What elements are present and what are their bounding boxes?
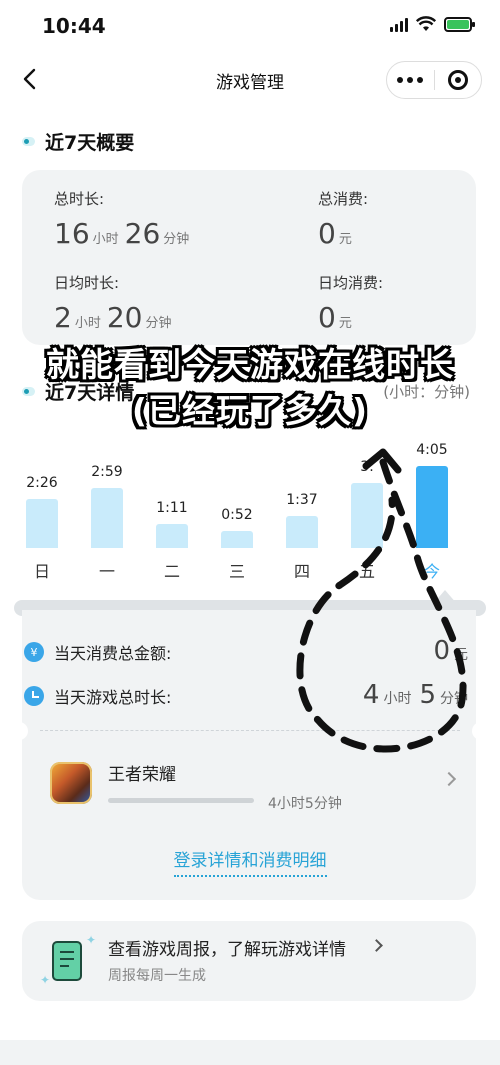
day-label: 一 <box>98 562 115 581</box>
status-bar: 10:44 <box>0 0 500 54</box>
close-mini-program-icon[interactable] <box>434 61 481 99</box>
report-subtitle: 周报每周一生成 <box>108 968 206 984</box>
game-duration-bar <box>108 798 254 803</box>
overview-card: 总时长: 16 小时 26 分钟 总消费: 0 元 日均时长: 2 小时 20 … <box>22 170 476 345</box>
overview-header: 近7天概要 <box>22 128 134 155</box>
bottom-area <box>0 1040 500 1065</box>
chart-bar <box>91 488 123 548</box>
bar-value-label: 1:11 <box>156 500 188 516</box>
nav-bar: 游戏管理 <box>0 56 500 104</box>
signal-icon <box>390 16 408 32</box>
day-label: 二 <box>163 562 180 581</box>
mini-program-capsule <box>386 61 482 99</box>
login-and-spending-details-link[interactable]: 登录详情和消费明细 <box>173 851 327 877</box>
report-title: 查看游戏周报，了解玩游戏详情 <box>108 940 346 960</box>
game-name[interactable]: 王者荣耀 <box>108 760 176 785</box>
today-duration-value: 4 小时 5 分钟 <box>362 680 468 710</box>
chart-column[interactable]: 4:05 今 <box>412 430 452 581</box>
battery-icon <box>444 16 475 32</box>
weekly-bar-chart: 2:26 日 2:59 一 1:11 二 0:52 三 1:37 四 3: 五 4:05 今 <box>22 430 478 590</box>
selected-day-pointer <box>433 590 457 604</box>
more-icon[interactable] <box>387 61 434 99</box>
caption-line-1: 就能看到今天游戏在线时长 <box>46 345 454 384</box>
day-label: 四 <box>293 562 310 581</box>
chart-column[interactable]: 0:52 三 <box>217 430 257 581</box>
today-duration-row: 当天游戏总时长: <box>24 684 171 708</box>
bar-value-label: 3: <box>360 459 374 475</box>
chart-column[interactable]: 2:26 日 <box>22 430 62 581</box>
chevron-right-icon <box>370 939 383 952</box>
total-duration: 总时长: 16 小时 26 分钟 <box>54 190 190 250</box>
chart-bar <box>221 531 253 548</box>
wifi-icon <box>416 16 436 31</box>
coin-bag-icon: ¥ <box>24 642 44 662</box>
chart-column[interactable]: 1:11 二 <box>152 430 192 581</box>
caption-line-2: (已经玩了多久) <box>131 391 369 430</box>
day-label: 三 <box>228 562 245 581</box>
chart-bar <box>286 516 318 548</box>
bar-value-label: 2:59 <box>91 464 123 480</box>
today-duration-label: 当天游戏总时长: <box>54 688 172 707</box>
bar-value-label: 1:37 <box>286 492 318 508</box>
daily-spend: 日均消费: 0 元 <box>318 274 384 334</box>
chart-bar <box>351 483 383 548</box>
weekly-report-card[interactable]: ✦ ✦ 查看游戏周报，了解玩游戏详情 周报每周一生成 <box>22 921 476 1001</box>
game-duration: 4小时5分钟 <box>268 796 342 812</box>
chart-bar <box>156 524 188 548</box>
chart-bar <box>26 499 58 548</box>
bar-value-label: 2:26 <box>26 475 58 491</box>
bar-value-label: 0:52 <box>221 507 253 523</box>
total-spend: 总消费: 0 元 <box>318 190 369 250</box>
daily-duration: 日均时长: 2 小时 20 分钟 <box>54 274 172 334</box>
divider <box>40 730 460 731</box>
overview-title: 近7天概要 <box>45 132 135 154</box>
report-document-icon <box>52 941 82 981</box>
status-icons <box>390 16 475 32</box>
day-label: 今 <box>423 562 440 581</box>
bar-value-label: 4:05 <box>416 442 448 458</box>
day-label: 五 <box>358 562 375 581</box>
status-time: 10:44 <box>42 14 106 38</box>
today-spend-value: 0 元 <box>433 636 468 666</box>
chart-bar <box>416 466 448 548</box>
honor-of-kings-icon <box>50 762 92 804</box>
section-dot-icon <box>22 137 35 146</box>
clock-icon <box>24 686 44 706</box>
day-label: 日 <box>33 562 50 581</box>
today-spend-label: 当天消费总金额: <box>54 644 172 663</box>
chart-column[interactable]: 2:59 一 <box>87 430 127 581</box>
today-spend-row: ¥ 当天消费总金额: <box>24 640 171 664</box>
chart-column[interactable]: 1:37 四 <box>282 430 322 581</box>
chart-column[interactable]: 3: 五 <box>347 430 387 581</box>
